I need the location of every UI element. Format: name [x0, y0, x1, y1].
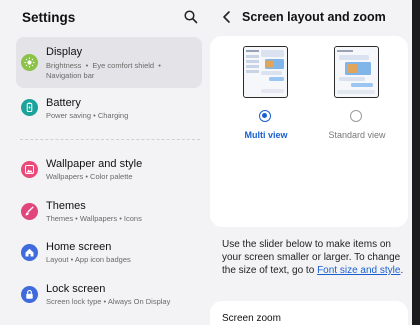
back-arrow-icon[interactable]: [220, 9, 234, 25]
view-options-card: Multi view Standard view: [210, 36, 408, 227]
multi-view-preview: [243, 46, 288, 98]
sun-icon: [21, 54, 38, 71]
home-icon: [21, 244, 38, 261]
settings-item-subtitle: Screen lock type • Always On Display: [46, 297, 171, 306]
detail-pane: Screen layout and zoom Multi view Standa…: [208, 0, 412, 325]
lock-icon: [21, 286, 38, 303]
settings-item-label: Battery: [46, 97, 81, 109]
settings-item-display[interactable]: Display Brightness • Eye comfort shield …: [16, 37, 202, 88]
screen-zoom-label: Screen zoom: [222, 313, 281, 324]
font-size-style-link[interactable]: Font size and style: [317, 265, 400, 276]
radio-selected[interactable]: [259, 110, 271, 122]
settings-item-battery[interactable]: Battery Power saving • Charging: [16, 92, 202, 128]
option-standard-view[interactable]: Standard view: [309, 36, 405, 186]
option-label: Standard view: [328, 130, 386, 140]
section-divider: [20, 139, 200, 140]
settings-item-subtitle: Themes • Wallpapers • Icons: [46, 214, 142, 223]
settings-list-pane: Settings Display Brightness • Eye comfor…: [0, 0, 208, 325]
zoom-description: Use the slider below to make items on yo…: [222, 238, 410, 277]
description-end: .: [400, 265, 404, 276]
settings-item-subtitle: Brightness • Eye comfort shield • Naviga…: [46, 61, 161, 80]
radio-dot: [262, 113, 267, 118]
brush-icon: [21, 203, 38, 220]
page-title: Screen layout and zoom: [242, 10, 386, 24]
option-label: Multi view: [244, 130, 288, 140]
search-icon[interactable]: [183, 9, 199, 25]
settings-item-subtitle: Wallpapers • Color palette: [46, 172, 133, 181]
settings-title: Settings: [22, 10, 76, 25]
screen-zoom-card: Screen zoom: [210, 301, 408, 325]
settings-item-label: Lock screen: [46, 283, 106, 295]
device-frame-edge: [412, 0, 420, 325]
settings-item-label: Home screen: [46, 241, 112, 253]
settings-item-label: Wallpaper and style: [46, 158, 143, 170]
standard-view-preview: [334, 46, 379, 98]
settings-item-themes[interactable]: Themes Themes • Wallpapers • Icons: [16, 195, 202, 231]
settings-item-label: Display: [46, 46, 83, 58]
settings-item-subtitle: Power saving • Charging: [46, 111, 129, 120]
radio-unselected[interactable]: [350, 110, 362, 122]
settings-item-label: Themes: [46, 200, 86, 212]
option-multi-view[interactable]: Multi view: [218, 36, 314, 186]
settings-item-home-screen[interactable]: Home screen Layout • App icon badges: [16, 236, 202, 272]
device-screen: Settings Display Brightness • Eye comfor…: [0, 0, 420, 325]
settings-item-lock-screen[interactable]: Lock screen Screen lock type • Always On…: [16, 278, 202, 314]
settings-item-subtitle: Layout • App icon badges: [46, 255, 131, 264]
settings-item-wallpaper[interactable]: Wallpaper and style Wallpapers • Color p…: [16, 153, 202, 189]
image-icon: [21, 161, 38, 178]
battery-icon: [21, 99, 38, 116]
